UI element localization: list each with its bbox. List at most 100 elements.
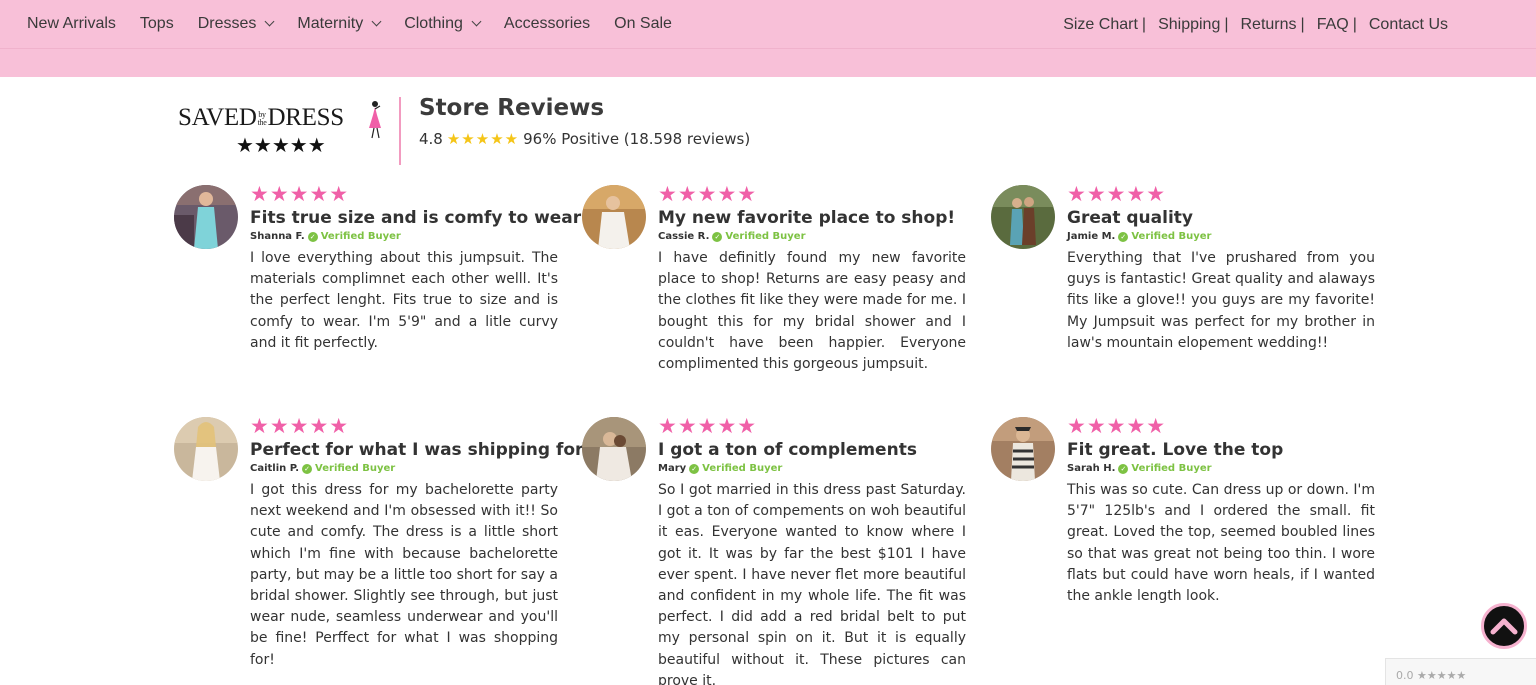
chevron-down-icon: [471, 16, 482, 27]
author-name: Sarah H.: [1067, 463, 1116, 474]
review-stars: ★★★★★: [1067, 183, 1167, 206]
review-text: I have definitly found my new favorite p…: [658, 250, 966, 373]
check-shield-icon: ✓: [712, 231, 723, 242]
rating-summary-text: 96% Positive (18.598 reviews): [523, 130, 751, 148]
nav-right: Size Chart | Shipping | Returns | FAQ | …: [1063, 0, 1448, 49]
review-title: Fits true size and is comfy to wear: [250, 208, 582, 228]
link-returns[interactable]: Returns: [1241, 16, 1297, 34]
chevron-down-icon: [264, 16, 275, 27]
nav-label: Dresses: [197, 15, 257, 32]
logo-saved: SAVED: [178, 104, 257, 131]
nav-label: New Arrivals: [27, 15, 116, 32]
nav-dresses[interactable]: Dresses: [197, 15, 275, 33]
brand-logo[interactable]: SAVED by theDRESS ★★★★★: [178, 100, 388, 160]
review-stars: ★★★★★: [658, 415, 758, 438]
author-name: Cassie R.: [658, 231, 710, 242]
review-title: My new favorite place to shop!: [658, 208, 956, 228]
nav-clothing[interactable]: Clothing: [404, 15, 482, 33]
link-shipping[interactable]: Shipping: [1158, 16, 1220, 34]
check-shield-icon: ✓: [307, 231, 318, 242]
review-stars: ★★★★★: [250, 183, 350, 206]
nav-tops[interactable]: Tops: [140, 15, 174, 33]
check-shield-icon: ✓: [689, 463, 700, 474]
nav-label: Accessories: [503, 15, 591, 32]
review-text: This was so cute. Can dress up or down. …: [1067, 482, 1375, 605]
check-shield-icon: ✓: [1118, 231, 1129, 242]
nav-on-sale[interactable]: On Sale: [614, 15, 672, 33]
review-body: ★★★★★ Great quality Jamie M. ✓ Verified Bu…: [1067, 183, 1375, 354]
avatar: [991, 417, 1055, 481]
review-text: Everything that I've prushared from you …: [1067, 250, 1375, 351]
nav-left: New Arrivals Tops Dresses Maternity Clot…: [27, 15, 696, 33]
logo-stars: ★★★★★: [236, 135, 326, 157]
verified-label: Verified Buyer: [315, 463, 396, 474]
nav-new-arrivals[interactable]: New Arrivals: [27, 15, 116, 33]
dress-figure-icon: [369, 101, 381, 139]
nav-separator: |: [1352, 15, 1357, 33]
verified-label: Verified Buyer: [1131, 463, 1212, 474]
logo-by-the: by the: [258, 111, 267, 127]
check-shield-icon: ✓: [1118, 463, 1129, 474]
review-stars: ★★★★★: [250, 415, 350, 438]
review-body: ★★★★★ I got a ton of complements Mary ✓ Ve…: [658, 415, 966, 685]
review-stars: ★★★★★: [1067, 415, 1167, 438]
review-text: So I got married in this dress past Satu…: [658, 482, 966, 685]
review-author: Shanna F. ✓ Verified Buyer: [250, 231, 558, 242]
back-to-top-button[interactable]: [1481, 603, 1527, 649]
nav-label: Tops: [139, 15, 174, 32]
verified-label: Verified Buyer: [702, 463, 783, 474]
review-title: Perfect for what I was shipping for!: [250, 440, 592, 460]
author-name: Caitlin P.: [250, 463, 300, 474]
review-text: I got this dress for my bachelorette par…: [250, 482, 558, 668]
avatar: [582, 417, 646, 481]
nav-accessories[interactable]: Accessories: [504, 15, 590, 33]
header-divider: [399, 97, 401, 165]
logo-wordmark: SAVED by theDRESS: [178, 104, 344, 132]
verified-label: Verified Buyer: [725, 231, 806, 242]
rating-stars: ★★★★★: [446, 130, 520, 148]
avatar: [582, 185, 646, 249]
corner-rating-badge[interactable]: 0.0 ★★★★★: [1385, 658, 1536, 685]
nav-row: New Arrivals Tops Dresses Maternity Clot…: [0, 0, 1536, 49]
review-author: Mary ✓ Verified Buyer: [658, 463, 966, 474]
review-title: Great quality: [1067, 208, 1193, 228]
review-body: ★★★★★ My new favorite place to shop! Cas…: [658, 183, 966, 375]
nav-separator: |: [1300, 15, 1305, 33]
author-name: Jamie M.: [1067, 231, 1116, 242]
review-title: I got a ton of complements: [658, 440, 917, 460]
logo-the: the: [257, 118, 267, 128]
review-author: Cassie R. ✓ Verified Buyer: [658, 231, 966, 242]
review-author: Caitlin P. ✓ Verified Buyer: [250, 463, 558, 474]
link-faq[interactable]: FAQ: [1317, 16, 1349, 34]
avatar: [991, 185, 1055, 249]
nav-maternity[interactable]: Maternity: [297, 15, 382, 33]
top-navigation: New Arrivals Tops Dresses Maternity Clot…: [0, 0, 1536, 77]
page-title: Store Reviews: [419, 95, 605, 121]
nav-label: Maternity: [297, 15, 364, 32]
nav-label: On Sale: [614, 15, 672, 32]
nav-separator: |: [1224, 15, 1229, 33]
review-body: ★★★★★ Fits true size and is comfy to wea…: [250, 183, 582, 354]
rating-summary: 4.8 ★★★★★ 96% Positive (18.598 reviews): [419, 130, 750, 148]
chevron-up-icon: [1490, 618, 1518, 635]
review-title: Fit great. Love the top: [1067, 440, 1284, 460]
link-contact-us[interactable]: Contact Us: [1369, 16, 1448, 34]
check-shield-icon: ✓: [302, 463, 313, 474]
chevron-down-icon: [371, 16, 382, 27]
verified-label: Verified Buyer: [1131, 231, 1212, 242]
review-author: Sarah H. ✓ Verified Buyer: [1067, 463, 1375, 474]
rating-value: 4.8: [419, 130, 443, 148]
verified-label: Verified Buyer: [320, 231, 401, 242]
author-name: Mary: [658, 463, 687, 474]
avatar: [174, 417, 238, 481]
nav-separator: |: [1141, 15, 1147, 33]
logo-dress: DRESS: [267, 104, 345, 131]
review-text: I love everything about this jumpsuit. T…: [250, 250, 558, 351]
nav-label: Clothing: [404, 15, 463, 32]
avatar: [174, 185, 238, 249]
review-body: ★★★★★ Fit great. Love the top Sarah H. ✓ V…: [1067, 415, 1375, 607]
review-author: Jamie M. ✓ Verified Buyer: [1067, 231, 1375, 242]
review-body: ★★★★★ Perfect for what I was shipping fo…: [250, 415, 592, 671]
link-size-chart[interactable]: Size Chart: [1063, 16, 1138, 34]
review-stars: ★★★★★: [658, 183, 758, 206]
